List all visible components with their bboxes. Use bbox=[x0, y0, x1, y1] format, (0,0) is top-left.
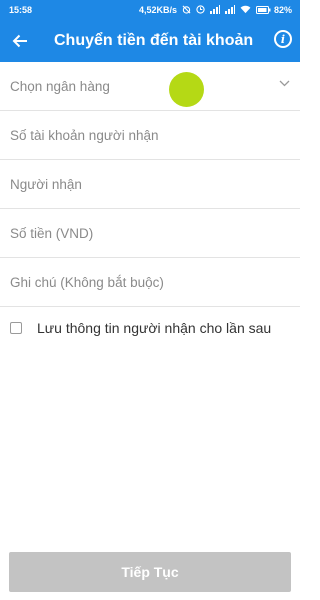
signal-icon bbox=[224, 5, 235, 14]
info-icon: i bbox=[280, 32, 286, 46]
battery: 82% bbox=[255, 4, 292, 15]
recipient-field[interactable]: Người nhận bbox=[0, 160, 300, 209]
save-recipient-row[interactable]: Lưu thông tin người nhận cho lần sau bbox=[0, 307, 300, 349]
status-icons: 4,52KB/s 82% bbox=[139, 5, 292, 15]
save-recipient-checkbox[interactable] bbox=[10, 322, 22, 334]
continue-button[interactable]: Tiếp Tục bbox=[9, 552, 291, 592]
info-button[interactable]: i bbox=[274, 30, 292, 48]
signal-icon bbox=[209, 5, 220, 14]
page-title: Chuyển tiền đến tài khoản bbox=[54, 31, 254, 49]
battery-icon bbox=[255, 5, 271, 14]
account-number-field[interactable]: Số tài khoản người nhận bbox=[0, 111, 300, 160]
account-number-placeholder: Số tài khoản người nhận bbox=[10, 127, 159, 143]
battery-percent: 82% bbox=[273, 4, 292, 15]
arrow-left-icon bbox=[12, 34, 27, 47]
back-button[interactable] bbox=[0, 19, 40, 62]
wifi-icon bbox=[240, 5, 251, 14]
status-time: 15:58 bbox=[9, 4, 33, 15]
clock-icon bbox=[196, 5, 205, 14]
chevron-down-icon bbox=[279, 80, 290, 87]
bank-select-placeholder: Chọn ngân hàng bbox=[10, 78, 110, 94]
bank-select[interactable]: Chọn ngân hàng bbox=[0, 62, 300, 111]
status-bar: 15:58 4,52KB/s 82% bbox=[0, 0, 300, 19]
note-placeholder: Ghi chú (Không bắt buộc) bbox=[10, 274, 164, 290]
save-recipient-label: Lưu thông tin người nhận cho lần sau bbox=[37, 320, 272, 336]
note-field[interactable]: Ghi chú (Không bắt buộc) bbox=[0, 258, 300, 307]
net-speed: 4,52KB/s bbox=[138, 4, 177, 15]
recipient-placeholder: Người nhận bbox=[10, 176, 82, 192]
touch-indicator bbox=[169, 72, 204, 107]
alarm-off-icon bbox=[182, 5, 191, 14]
amount-field[interactable]: Số tiền (VND) bbox=[0, 209, 300, 258]
app-bar: Chuyển tiền đến tài khoản i bbox=[0, 19, 300, 62]
amount-placeholder: Số tiền (VND) bbox=[10, 225, 94, 241]
